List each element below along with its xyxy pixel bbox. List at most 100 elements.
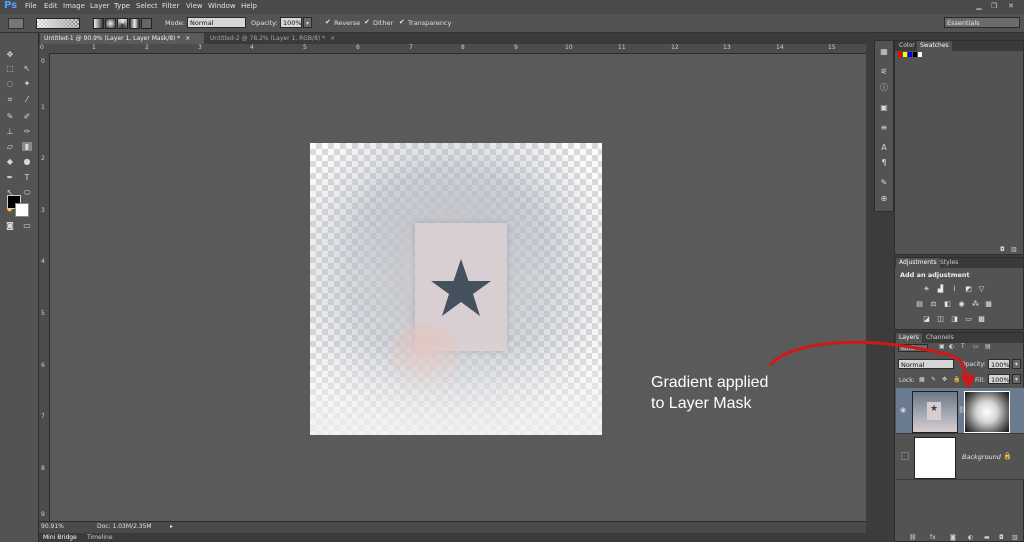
fill-input[interactable]: 100% bbox=[988, 374, 1010, 384]
tab-styles[interactable]: Styles bbox=[937, 258, 961, 268]
navigator-panel-icon[interactable]: ▣ bbox=[879, 103, 889, 113]
invert-icon[interactable]: ◪ bbox=[922, 315, 931, 323]
minimize-icon[interactable]: ▁ bbox=[974, 2, 984, 11]
magic-wand-tool-icon[interactable]: ✦ bbox=[22, 79, 32, 88]
workspace-select[interactable]: Essentials bbox=[944, 17, 1020, 28]
menu-layer[interactable]: Layer bbox=[90, 2, 110, 10]
radial-gradient-icon[interactable] bbox=[105, 18, 116, 29]
move-arrow-tool-icon[interactable]: ↖ bbox=[22, 64, 32, 73]
restore-icon[interactable]: ❐ bbox=[989, 2, 999, 11]
swatch[interactable] bbox=[913, 52, 917, 57]
tab-timeline[interactable]: Timeline bbox=[87, 533, 113, 542]
adjustment-layer-icon[interactable]: ◐ bbox=[968, 534, 973, 541]
linear-gradient-icon[interactable] bbox=[93, 18, 104, 29]
photo-filter-icon[interactable]: ◉ bbox=[957, 300, 966, 308]
properties-panel-icon[interactable]: ⚟ bbox=[879, 67, 889, 77]
status-menu-icon[interactable]: ▸ bbox=[170, 523, 173, 530]
crop-tool-icon[interactable]: ⌗ bbox=[5, 95, 15, 104]
menu-type[interactable]: Type bbox=[114, 2, 130, 10]
type-tool-icon[interactable]: T bbox=[22, 173, 32, 182]
gradient-map-icon[interactable]: ▭ bbox=[964, 315, 973, 323]
transparency-checkbox[interactable]: ✔ bbox=[399, 19, 406, 26]
layer-style-icon[interactable]: fx bbox=[930, 534, 936, 541]
swatch[interactable] bbox=[903, 52, 907, 57]
menu-view[interactable]: View bbox=[186, 2, 203, 10]
quick-mask-icon[interactable]: ◙ bbox=[5, 221, 15, 230]
fill-dropdown-icon[interactable]: ▾ bbox=[1012, 374, 1021, 384]
threshold-icon[interactable]: ◨ bbox=[950, 315, 959, 323]
hue-saturation-icon[interactable]: ▤ bbox=[915, 300, 924, 308]
angle-gradient-icon[interactable] bbox=[117, 18, 128, 29]
vertical-scrollbar[interactable] bbox=[866, 44, 871, 521]
character-panel-icon[interactable]: A bbox=[879, 143, 889, 153]
marquee-tool-icon[interactable]: ⬚ bbox=[5, 64, 15, 73]
opacity-input[interactable]: 100% bbox=[280, 17, 302, 28]
color-lookup-icon[interactable]: ▦ bbox=[984, 300, 993, 308]
tab-swatches[interactable]: Swatches bbox=[917, 41, 952, 51]
gradient-tool-icon[interactable]: ▮ bbox=[22, 142, 32, 151]
visibility-toggle[interactable] bbox=[901, 452, 909, 460]
screen-mode-icon[interactable]: ▭ bbox=[22, 221, 32, 230]
clone-stamp-tool-icon[interactable]: ⊥ bbox=[5, 127, 15, 136]
dodge-tool-icon[interactable]: ● bbox=[22, 157, 32, 166]
mode-select[interactable]: Normal bbox=[187, 17, 246, 28]
move-tool-icon[interactable]: ✥ bbox=[5, 50, 15, 59]
info-panel-icon[interactable]: ⓘ bbox=[879, 83, 889, 93]
selective-color-icon[interactable]: ▩ bbox=[977, 315, 986, 323]
dither-checkbox[interactable]: ✔ bbox=[364, 19, 371, 26]
trash-icon[interactable]: ▥ bbox=[1011, 246, 1017, 253]
eraser-tool-icon[interactable]: ▱ bbox=[5, 142, 15, 151]
close-icon[interactable]: × bbox=[185, 35, 190, 42]
menu-filter[interactable]: Filter bbox=[162, 2, 179, 10]
swatch[interactable] bbox=[908, 52, 912, 57]
paragraph-panel-icon[interactable]: ¶ bbox=[879, 158, 889, 168]
gradient-picker[interactable] bbox=[36, 18, 80, 29]
brightness-icon[interactable]: ☀ bbox=[922, 285, 931, 293]
reverse-checkbox[interactable]: ✔ bbox=[325, 19, 332, 26]
link-layers-icon[interactable]: ⛓ bbox=[909, 534, 917, 541]
healing-brush-tool-icon[interactable]: ✎ bbox=[5, 112, 15, 121]
lasso-tool-icon[interactable]: ◌ bbox=[5, 79, 15, 88]
layer-mask-thumbnail[interactable] bbox=[964, 391, 1010, 433]
tab-adjustments[interactable]: Adjustments bbox=[896, 258, 940, 268]
tab-color[interactable]: Color bbox=[896, 41, 918, 51]
eyedropper-tool-icon[interactable]: ⁄ bbox=[22, 95, 32, 104]
vibrance-icon[interactable]: ▽ bbox=[977, 285, 986, 293]
filter-smart-icon[interactable]: ▤ bbox=[985, 343, 991, 350]
posterize-icon[interactable]: ◫ bbox=[936, 315, 945, 323]
ellipse-tool-icon[interactable]: ⬭ bbox=[22, 188, 32, 197]
close-icon[interactable]: ✕ bbox=[1006, 2, 1016, 11]
clone-source-panel-icon[interactable]: ⊕ bbox=[879, 194, 889, 204]
tab-untitled-2[interactable]: Untitled-2 @ 78.2% (Layer 1, RGB/8) * × bbox=[206, 33, 352, 44]
swatch[interactable] bbox=[898, 52, 902, 57]
tab-untitled-1[interactable]: Untitled-1 @ 90.9% (Layer 1, Layer Mask/… bbox=[40, 33, 204, 44]
diamond-gradient-icon[interactable] bbox=[141, 18, 152, 29]
menu-window[interactable]: Window bbox=[208, 2, 236, 10]
menu-image[interactable]: Image bbox=[63, 2, 85, 10]
brush-panel-icon[interactable]: ✎ bbox=[879, 178, 889, 188]
history-panel-icon[interactable]: ▦ bbox=[879, 47, 889, 57]
black-white-icon[interactable]: ◧ bbox=[943, 300, 952, 308]
swatch[interactable] bbox=[918, 52, 922, 57]
curves-icon[interactable]: ⌇ bbox=[950, 285, 959, 293]
menu-edit[interactable]: Edit bbox=[44, 2, 58, 10]
tab-mini-bridge[interactable]: Mini Bridge bbox=[43, 533, 77, 542]
history-brush-tool-icon[interactable]: ✑ bbox=[22, 127, 32, 136]
document-canvas[interactable] bbox=[310, 143, 602, 435]
layer-thumbnail[interactable]: ★ bbox=[912, 391, 958, 433]
pen-tool-icon[interactable]: ✒ bbox=[5, 173, 15, 182]
actions-panel-icon[interactable]: ≡ bbox=[879, 123, 889, 133]
background-color-swatch[interactable] bbox=[15, 203, 29, 217]
add-mask-icon[interactable]: ◙ bbox=[950, 534, 956, 541]
trash-icon[interactable]: ▥ bbox=[1012, 534, 1018, 541]
opacity-dropdown-icon[interactable]: ▾ bbox=[1012, 359, 1021, 369]
opacity-dropdown-icon[interactable]: ▾ bbox=[303, 17, 312, 28]
layer-opacity-input[interactable]: 100% bbox=[988, 359, 1010, 369]
reflected-gradient-icon[interactable] bbox=[129, 18, 140, 29]
close-icon[interactable]: × bbox=[330, 35, 335, 42]
new-layer-icon[interactable]: ◘ bbox=[999, 534, 1004, 541]
brush-tool-icon[interactable]: ✐ bbox=[22, 112, 32, 121]
layer-name[interactable]: Background bbox=[962, 453, 1001, 461]
blur-tool-icon[interactable]: ◆ bbox=[5, 157, 15, 166]
color-balance-icon[interactable]: ⚖ bbox=[929, 300, 938, 308]
